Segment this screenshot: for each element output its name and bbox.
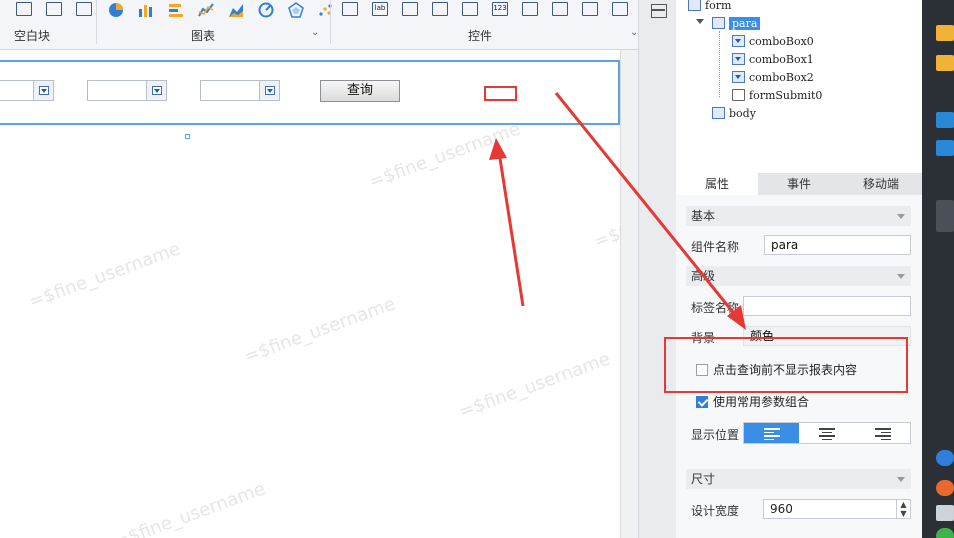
- designer-window: lab 123 空白块 图表 ⌄ 控件 ⌄ =$fine_username =$…: [0, 0, 954, 538]
- annotation-arrow-down: [554, 92, 738, 317]
- arrowhead-icon: [489, 138, 507, 160]
- annotation-arrows: [489, 92, 746, 330]
- annotation-arrow-up: [497, 151, 525, 307]
